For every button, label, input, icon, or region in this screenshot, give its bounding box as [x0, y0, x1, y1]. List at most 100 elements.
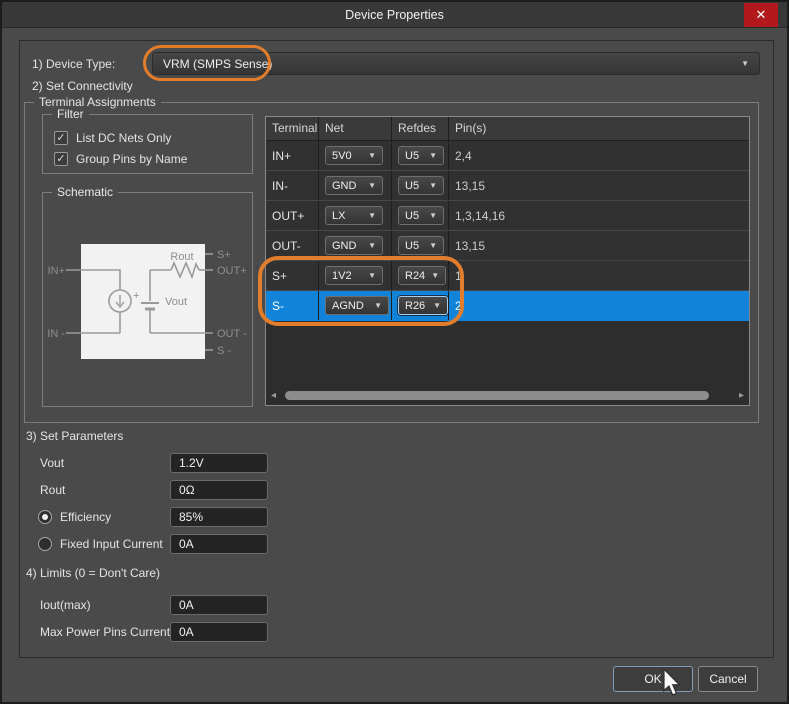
schematic-pin-in-plus: IN+: [48, 265, 65, 277]
max-power-pins-current-label: Max Power Pins Current: [40, 625, 171, 639]
net-value: GND: [332, 179, 357, 192]
pins-cell: 1,3,14,16: [455, 208, 506, 223]
fixed-input-current-radio[interactable]: [38, 537, 52, 551]
close-icon: ✕: [755, 7, 767, 22]
net-select[interactable]: 5V0 ▼: [325, 146, 383, 165]
schematic-plus-sign: +: [133, 290, 139, 302]
radio-dot: [42, 514, 48, 520]
scroll-right-icon[interactable]: ▸: [739, 391, 744, 401]
refdes-select[interactable]: U5 ▼: [398, 236, 444, 255]
chevron-down-icon: ▼: [368, 271, 376, 280]
scrollbar-thumb[interactable]: [285, 391, 709, 400]
pins-cell: 1: [455, 268, 462, 283]
schematic-vout-label: Vout: [165, 296, 187, 308]
table-row-out-minus[interactable]: OUT- GND ▼ U5 ▼ 13,15: [266, 231, 749, 261]
checkbox-list-dc-nets[interactable]: ✓ List DC Nets Only: [54, 131, 171, 145]
chevron-down-icon: ▼: [429, 181, 437, 190]
cancel-button[interactable]: Cancel: [698, 666, 758, 692]
table-row-s-plus[interactable]: S+ 1V2 ▼ R24 ▼ 1: [266, 261, 749, 291]
set-parameters-label: 3) Set Parameters: [26, 429, 124, 443]
max-power-pins-current-field[interactable]: [170, 622, 268, 642]
iout-max-field[interactable]: [170, 595, 268, 615]
net-select[interactable]: GND ▼: [325, 236, 383, 255]
terminal-cell: S-: [266, 291, 319, 320]
pins-cell: 2,4: [455, 148, 472, 163]
net-value: AGND: [332, 299, 364, 312]
device-properties-dialog: Device Properties ✕ 1) Device Type: VRM …: [0, 0, 789, 704]
table-header: Terminal Net Refdes Pin(s): [266, 117, 749, 141]
table-row-in-plus[interactable]: IN+ 5V0 ▼ U5 ▼ 2,4: [266, 141, 749, 171]
close-button[interactable]: ✕: [744, 3, 778, 27]
net-select[interactable]: GND ▼: [325, 176, 383, 195]
table-row-s-minus-selected[interactable]: S- AGND ▼ R26 ▼ 2: [266, 291, 749, 321]
device-type-label: 1) Device Type:: [32, 57, 116, 71]
net-select[interactable]: AGND ▼: [325, 296, 389, 315]
vrm-schematic-diagram: IN+ IN - S+ OUT+ OUT - S - Rout Vout +: [47, 244, 247, 359]
horizontal-scrollbar[interactable]: ◂ ▸: [268, 390, 747, 402]
set-connectivity-label: 2) Set Connectivity: [32, 79, 133, 93]
col-net: Net: [319, 117, 392, 140]
terminal-assignments-table: Terminal Net Refdes Pin(s) IN+ 5V0 ▼ U5 ▼ …: [265, 116, 750, 406]
schematic-pin-s-minus: S -: [217, 345, 231, 357]
net-value: GND: [332, 239, 357, 252]
schematic-pin-in-minus: IN -: [47, 328, 65, 340]
iout-max-label: Iout(max): [40, 598, 91, 612]
chevron-down-icon: ▼: [429, 241, 437, 250]
device-type-select[interactable]: VRM (SMPS Sense) ▼: [152, 52, 760, 75]
net-select[interactable]: 1V2 ▼: [325, 266, 383, 285]
schematic-pin-out-plus: OUT+: [217, 265, 247, 277]
net-select[interactable]: LX ▼: [325, 206, 383, 225]
checkbox-checked-icon: ✓: [54, 152, 68, 166]
refdes-value: U5: [405, 149, 420, 162]
efficiency-field[interactable]: [170, 507, 268, 527]
table-row-out-plus[interactable]: OUT+ LX ▼ U5 ▼ 1,3,14,16: [266, 201, 749, 231]
refdes-select[interactable]: U5 ▼: [398, 206, 444, 225]
limits-label: 4) Limits (0 = Don't Care): [26, 566, 160, 580]
chevron-down-icon: ▼: [368, 181, 376, 190]
refdes-value: U5: [405, 179, 420, 192]
net-value: LX: [332, 209, 346, 222]
schematic-pin-s-plus: S+: [217, 249, 231, 261]
checkbox-group-pins[interactable]: ✓ Group Pins by Name: [54, 152, 187, 166]
refdes-select-focused[interactable]: R26 ▼: [398, 296, 448, 315]
terminal-cell: OUT+: [266, 201, 319, 230]
refdes-select[interactable]: U5 ▼: [398, 176, 444, 195]
refdes-select[interactable]: R24 ▼: [398, 266, 447, 285]
vout-field[interactable]: [170, 453, 268, 473]
checkbox-checked-icon: ✓: [54, 131, 68, 145]
chevron-down-icon: ▼: [368, 151, 376, 160]
ok-button[interactable]: OK: [613, 666, 693, 692]
dialog-title: Device Properties: [345, 8, 444, 22]
refdes-select[interactable]: U5 ▼: [398, 146, 444, 165]
chevron-down-icon: ▼: [429, 211, 437, 220]
refdes-value: R24: [405, 269, 426, 282]
fixed-input-current-field[interactable]: [170, 534, 268, 554]
filter-title: Filter: [52, 107, 89, 121]
pins-cell: 2: [455, 298, 462, 313]
fixed-input-current-label: Fixed Input Current: [60, 537, 163, 551]
checkbox-label: List DC Nets Only: [76, 131, 172, 145]
net-value: 5V0: [332, 149, 352, 162]
chevron-down-icon: ▼: [429, 151, 437, 160]
table-row-in-minus[interactable]: IN- GND ▼ U5 ▼ 13,15: [266, 171, 749, 201]
checkbox-label: Group Pins by Name: [76, 152, 188, 166]
terminal-cell: IN+: [266, 141, 319, 170]
col-pins: Pin(s): [455, 121, 487, 135]
pins-cell: 13,15: [455, 178, 486, 193]
pins-cell: 13,15: [455, 238, 486, 253]
col-refdes: Refdes: [392, 117, 449, 140]
scroll-left-icon[interactable]: ◂: [271, 391, 276, 401]
title-bar: Device Properties ✕: [2, 2, 787, 28]
schematic-group: Schematic IN+ IN - S+ OUT+ OUT - S - Rou…: [42, 185, 253, 407]
efficiency-radio[interactable]: [38, 510, 52, 524]
terminal-cell: IN-: [266, 171, 319, 200]
schematic-pin-out-minus: OUT -: [217, 328, 247, 340]
col-terminal: Terminal: [266, 117, 319, 140]
rout-field[interactable]: [170, 480, 268, 500]
net-value: 1V2: [332, 269, 352, 282]
chevron-down-icon: ▼: [368, 241, 376, 250]
schematic-title: Schematic: [52, 185, 119, 199]
refdes-value: U5: [405, 209, 420, 222]
chevron-down-icon: ▼: [368, 211, 376, 220]
rout-label: Rout: [40, 483, 66, 497]
